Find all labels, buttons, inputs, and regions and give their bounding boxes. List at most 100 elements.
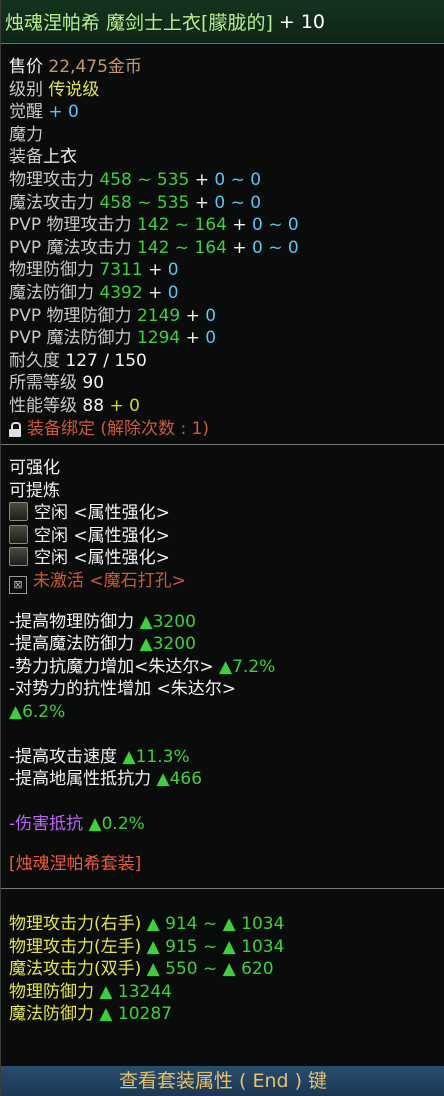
- inactive-socket-status: 未激活: [33, 571, 84, 592]
- perf-level-value: 88: [82, 395, 105, 416]
- refinable-label: 可提炼: [9, 480, 60, 501]
- stat-label: 魔法防御力: [9, 282, 94, 303]
- damage-resist-value: ▲0.2%: [88, 813, 145, 834]
- set-name: [烛魂涅帕希套装]: [9, 854, 142, 875]
- option-label: -提高魔法防御力: [9, 634, 135, 655]
- set-stat-row: 魔法防御力 ▲ 10287: [9, 1003, 437, 1026]
- socket-slot: 空闲 <属性强化>: [9, 524, 437, 548]
- set-stat-row: 物理攻击力(左手) ▲ 915 ~ ▲ 1034: [9, 936, 437, 959]
- durability-value: 127 / 150: [65, 350, 147, 371]
- set-stat-row: 物理防御力 ▲ 13244: [9, 981, 437, 1004]
- stat-value: 4392: [99, 282, 143, 303]
- stat-bonus: 0 ~ 0: [251, 237, 299, 258]
- socket-status: 空闲: [34, 548, 68, 569]
- perf-level-row: 性能等级 88 + 0: [9, 395, 437, 418]
- inactive-socket-type: <魔石打孔>: [89, 571, 186, 592]
- set-stat-label: 物理攻击力(左手): [9, 936, 142, 957]
- perf-level-label: 性能等级: [9, 395, 77, 416]
- option-row-cont: ▲6.2%: [9, 701, 437, 724]
- set-stat-value: ▲ 550 ~ ▲ 620: [146, 959, 274, 980]
- socket-slot: 空闲 <属性强化>: [9, 502, 437, 525]
- stat-value: 2149: [136, 305, 181, 326]
- stat-bonus: 0: [205, 305, 217, 326]
- price-row: 售价 22,475金币: [9, 56, 437, 79]
- awaken-row: 觉醒 + 0: [9, 101, 437, 124]
- binding-text: 装备绑定 (解除次数 : 1): [27, 418, 210, 439]
- stat-label: PVP 魔法攻击力: [9, 237, 132, 258]
- socket-section: 可强化 可提炼 空闲 <属性强化> 空闲 <属性强化> 空闲 <属性强化> ⊠ 未…: [1, 445, 444, 876]
- socket-type: <属性强化>: [73, 548, 170, 569]
- awaken-label: 觉醒: [9, 102, 43, 123]
- price-value: 22,475金币: [48, 57, 142, 77]
- option-label: -提高攻击速度: [9, 746, 118, 767]
- damage-resist-label: -伤害抵抗: [9, 813, 84, 834]
- socket-status: 空闲: [34, 503, 68, 524]
- binding-row: 装备绑定 (解除次数 : 1): [9, 418, 437, 441]
- view-set-attributes-button[interactable]: 查看套装属性 ( End ) 键: [1, 1066, 444, 1096]
- stat-row: PVP 物理攻击力 142 ~ 164 + 0 ~ 0: [9, 215, 299, 236]
- item-tooltip: 烛魂涅帕希 魔剑士上衣[朦胧的] + 10 售价 22,475金币 级别 传说级…: [0, 0, 444, 1096]
- set-bonus-section: 物理攻击力(右手) ▲ 914 ~ ▲ 1034 物理攻击力(左手) ▲ 915…: [1, 889, 444, 1026]
- option-value: ▲3200: [139, 611, 196, 632]
- stat-label: 物理攻击力: [9, 169, 94, 190]
- stat-label: PVP 物理攻击力: [9, 215, 132, 236]
- enhanceable-label: 可强化: [9, 458, 60, 479]
- equip-label: 装备: [9, 147, 43, 168]
- set-stat-value: ▲ 915 ~ ▲ 1034: [146, 936, 285, 957]
- stat-bonus: 0: [205, 328, 217, 349]
- req-level-value: 90: [82, 373, 105, 394]
- stat-label: 物理防御力: [9, 260, 94, 281]
- stat-row: PVP 物理防御力 2149 + 0: [9, 305, 217, 326]
- option-label: -提高地属性抵抗力: [9, 769, 152, 790]
- option-value: ▲6.2%: [9, 702, 66, 723]
- inactive-socket-icon: ⊠: [9, 576, 27, 595]
- perf-level-bonus: + 0: [109, 395, 140, 416]
- stat-label: PVP 物理防御力: [9, 305, 132, 326]
- req-level-row: 所需等级 90: [9, 372, 437, 395]
- stat-bonus: 0 ~ 0: [214, 169, 262, 190]
- stat-row: 物理防御力 7311 + 0: [9, 260, 179, 281]
- stat-row: PVP 魔法攻击力 142 ~ 164 + 0 ~ 0: [9, 237, 299, 258]
- socket-icon: [9, 547, 28, 567]
- option-value: ▲466: [156, 769, 203, 790]
- price-label: 售价: [9, 57, 43, 77]
- option-label: -对势力的抗性增加 <朱达尔>: [9, 679, 237, 700]
- magic-label: 魔力: [9, 124, 43, 145]
- stat-value: 142 ~ 164: [136, 215, 227, 236]
- grade-row: 级别 传说级: [9, 79, 437, 102]
- option-value: ▲3200: [139, 634, 196, 655]
- option-row: -提高攻击速度 ▲11.3%: [9, 746, 437, 769]
- set-stat-row: 物理攻击力(右手) ▲ 914 ~ ▲ 1034: [9, 913, 437, 936]
- stat-value: 142 ~ 164: [136, 237, 227, 258]
- socket-type: <属性强化>: [73, 525, 170, 546]
- magic-row: 魔力: [9, 124, 437, 147]
- basic-info-section: 售价 22,475金币 级别 传说级 觉醒 + 0 魔力 装备上衣 物理攻击力 …: [1, 44, 444, 440]
- grade-label: 级别: [9, 79, 43, 100]
- stat-bonus: 0: [167, 282, 179, 303]
- stat-value: 7311: [99, 260, 143, 281]
- stat-row: 魔法攻击力 458 ~ 535 + 0 ~ 0: [9, 192, 262, 213]
- set-stat-label: 物理防御力: [9, 981, 94, 1002]
- set-stat-label: 魔法攻击力(双手): [9, 959, 142, 980]
- damage-resist-row: -伤害抵抗 ▲0.2%: [9, 813, 437, 836]
- item-name: 烛魂涅帕希 魔剑士上衣[朦胧的]: [5, 12, 273, 34]
- item-enhance-level: + 10: [278, 10, 326, 33]
- awaken-value: + 0: [48, 102, 79, 123]
- socket-icon: [9, 524, 28, 544]
- socket-type: <属性强化>: [73, 503, 170, 524]
- option-row: -对势力的抗性增加 <朱达尔>: [9, 678, 437, 701]
- stat-value: 458 ~ 535: [99, 192, 190, 213]
- item-title-bar: 烛魂涅帕希 魔剑士上衣[朦胧的] + 10: [1, 0, 444, 44]
- option-value: ▲11.3%: [122, 746, 190, 767]
- grade-value: 传说级: [48, 79, 100, 100]
- stat-bonus: 0 ~ 0: [251, 215, 299, 236]
- stat-row: 魔法防御力 4392 + 0: [9, 282, 179, 303]
- option-label: -势力抗魔力增加<朱达尔>: [9, 656, 214, 677]
- set-stat-row: 魔法攻击力(双手) ▲ 550 ~ ▲ 620: [9, 958, 437, 981]
- durability-label: 耐久度: [9, 350, 60, 371]
- set-stat-value: ▲ 13244: [99, 981, 172, 1002]
- stat-value: 1294: [136, 328, 181, 349]
- socket-icon: [9, 502, 28, 522]
- lock-icon: [9, 421, 21, 437]
- option-label: -提高物理防御力: [9, 611, 135, 632]
